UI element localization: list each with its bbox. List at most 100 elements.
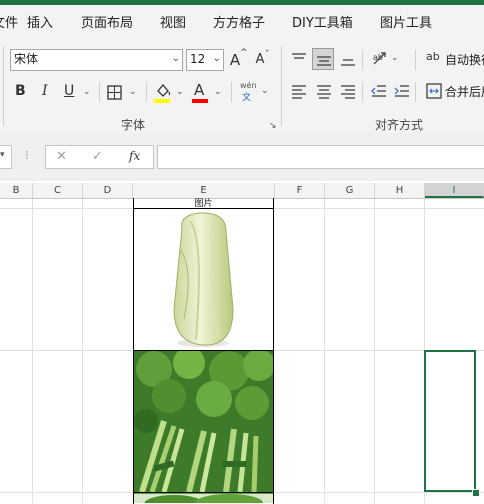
font-size-value: 12 xyxy=(190,52,206,66)
font-name-combo[interactable]: 宋体 ⌄ xyxy=(10,49,183,71)
decrease-indent-icon[interactable] xyxy=(371,83,387,99)
wrap-text-button[interactable]: ab 自动换行 xyxy=(425,49,484,69)
column-header-e[interactable]: E xyxy=(133,183,275,198)
grid-line xyxy=(374,199,375,503)
name-box[interactable]: ▾ xyxy=(0,145,12,169)
column-header-g[interactable]: G xyxy=(325,183,375,198)
align-bottom-icon[interactable] xyxy=(340,51,356,67)
borders-icon xyxy=(107,85,122,100)
leafy-vegetable-image[interactable] xyxy=(134,493,273,503)
ribbon-separator xyxy=(281,46,282,126)
worksheet-grid[interactable]: 图片 xyxy=(0,198,484,504)
font-name-value: 宋体 xyxy=(14,52,39,66)
tab-page-layout[interactable]: 页面布局 xyxy=(81,12,133,31)
celery-image[interactable] xyxy=(134,351,273,493)
tab-picture-tools[interactable]: 图片工具 xyxy=(380,12,432,31)
paint-bucket-icon xyxy=(157,83,171,97)
insert-function-icon[interactable]: fx xyxy=(129,149,140,163)
column-header-d[interactable]: D xyxy=(83,183,133,198)
align-center-icon[interactable] xyxy=(316,83,332,99)
align-left-icon[interactable] xyxy=(291,83,307,99)
align-right-icon[interactable] xyxy=(340,83,356,99)
bold-label: B xyxy=(15,83,26,99)
chevron-down-icon: ⌄ xyxy=(83,87,91,97)
tab-diy-toolbox[interactable]: DIY工具箱 xyxy=(292,12,353,31)
orientation-button[interactable]: ab ⌄ xyxy=(369,49,401,69)
caret-down-icon: ˇ xyxy=(265,50,270,60)
ribbon-separator xyxy=(3,46,4,126)
napa-cabbage-image[interactable] xyxy=(134,209,273,351)
underline-button[interactable]: U ⌄ xyxy=(62,82,92,102)
fill-handle[interactable] xyxy=(472,489,480,497)
phonetic-bottom-label: 文 xyxy=(242,93,252,103)
grid-line xyxy=(82,199,83,503)
formula-button-group: ✕ ✓ fx xyxy=(45,145,154,169)
text-orientation-icon: ab xyxy=(373,52,386,65)
ribbon-separator xyxy=(231,82,232,102)
ribbon-separator xyxy=(146,82,147,102)
title-bar-accent xyxy=(0,0,484,5)
cell-e-header[interactable]: 图片 xyxy=(133,199,274,209)
bold-button[interactable]: B xyxy=(13,82,31,102)
column-header-h[interactable]: H xyxy=(375,183,425,198)
dialog-launcher-icon[interactable]: ↘ xyxy=(269,121,277,131)
tab-file[interactable]: 文件 xyxy=(0,12,18,31)
ribbon-separator xyxy=(99,82,100,102)
grid-line xyxy=(32,199,33,503)
column-header-row: B C D E F G H I xyxy=(0,183,484,199)
formula-input[interactable] xyxy=(157,145,484,169)
phonetic-guide-button[interactable]: wén 文 ⌄ xyxy=(237,80,271,106)
wrap-text-icon: ab xyxy=(426,50,440,63)
chevron-down-icon: ⌄ xyxy=(176,87,184,97)
ribbon-tab-bar: 文件 插入 页面布局 视图 方方格子 DIY工具箱 图片工具 xyxy=(0,0,484,40)
drag-handle-icon[interactable]: ⁝ xyxy=(25,148,29,162)
italic-label: I xyxy=(42,83,48,99)
grid-line xyxy=(324,199,325,503)
chevron-down-icon: ⌄ xyxy=(391,53,399,63)
active-cell-selection[interactable] xyxy=(424,350,476,492)
wrap-text-label: 自动换行 xyxy=(445,53,484,67)
fill-color-swatch xyxy=(154,99,170,103)
column-header-c[interactable]: C xyxy=(33,183,83,198)
ribbon-separator xyxy=(362,50,363,70)
decrease-font-button[interactable]: A ˇ xyxy=(254,49,274,71)
font-size-combo[interactable]: 12 ⌄ xyxy=(186,49,224,71)
merge-center-label: 合并后居中 xyxy=(445,85,484,99)
chevron-down-icon: ⌄ xyxy=(261,86,269,96)
column-header-b[interactable]: B xyxy=(0,183,33,198)
formula-bar: ▾ ⁝ ✕ ✓ fx xyxy=(0,133,484,181)
chevron-down-icon: ⌄ xyxy=(171,53,180,64)
font-color-swatch xyxy=(192,99,208,103)
align-middle-icon xyxy=(317,56,331,66)
italic-button[interactable]: I xyxy=(38,82,56,102)
ribbon-separator xyxy=(415,50,416,70)
chevron-down-icon: ⌄ xyxy=(129,87,137,97)
borders-button[interactable]: ⌄ xyxy=(105,82,139,102)
align-top-icon[interactable] xyxy=(291,51,307,67)
column-header-f[interactable]: F xyxy=(275,183,325,198)
merge-center-button[interactable]: 合并后居中 xyxy=(425,81,484,101)
cabbage-drawing xyxy=(173,212,234,347)
ribbon-separator xyxy=(362,82,363,102)
font-color-button[interactable]: A ⌄ xyxy=(190,80,224,104)
chevron-down-icon: ⌄ xyxy=(214,87,222,97)
svg-text:ab: ab xyxy=(373,53,383,62)
align-middle-button[interactable] xyxy=(312,48,334,70)
fill-color-button[interactable]: ⌄ xyxy=(152,80,186,104)
ribbon-panel: 宋体 ⌄ 12 ⌄ A ^ A ˇ B I U ⌄ ⌄ ⌄ A ⌄ wén 文 … xyxy=(0,40,484,134)
ribbon-separator xyxy=(415,82,416,102)
enter-icon[interactable]: ✓ xyxy=(92,149,103,164)
tab-fangfangezi[interactable]: 方方格子 xyxy=(213,12,265,31)
merge-cells-icon xyxy=(426,83,442,99)
cancel-icon[interactable]: ✕ xyxy=(56,149,67,164)
increase-indent-icon[interactable] xyxy=(394,83,410,99)
font-group-label: 字体 xyxy=(121,118,146,132)
tab-insert[interactable]: 插入 xyxy=(27,12,53,31)
tab-view[interactable]: 视图 xyxy=(160,12,186,31)
increase-font-button[interactable]: A ^ xyxy=(229,48,249,71)
caret-up-icon: ^ xyxy=(240,48,248,58)
celery-drawing xyxy=(134,351,273,492)
font-color-letter-icon: A xyxy=(194,81,205,99)
column-header-i[interactable]: I xyxy=(425,183,484,198)
leafy-drawing xyxy=(134,494,273,503)
